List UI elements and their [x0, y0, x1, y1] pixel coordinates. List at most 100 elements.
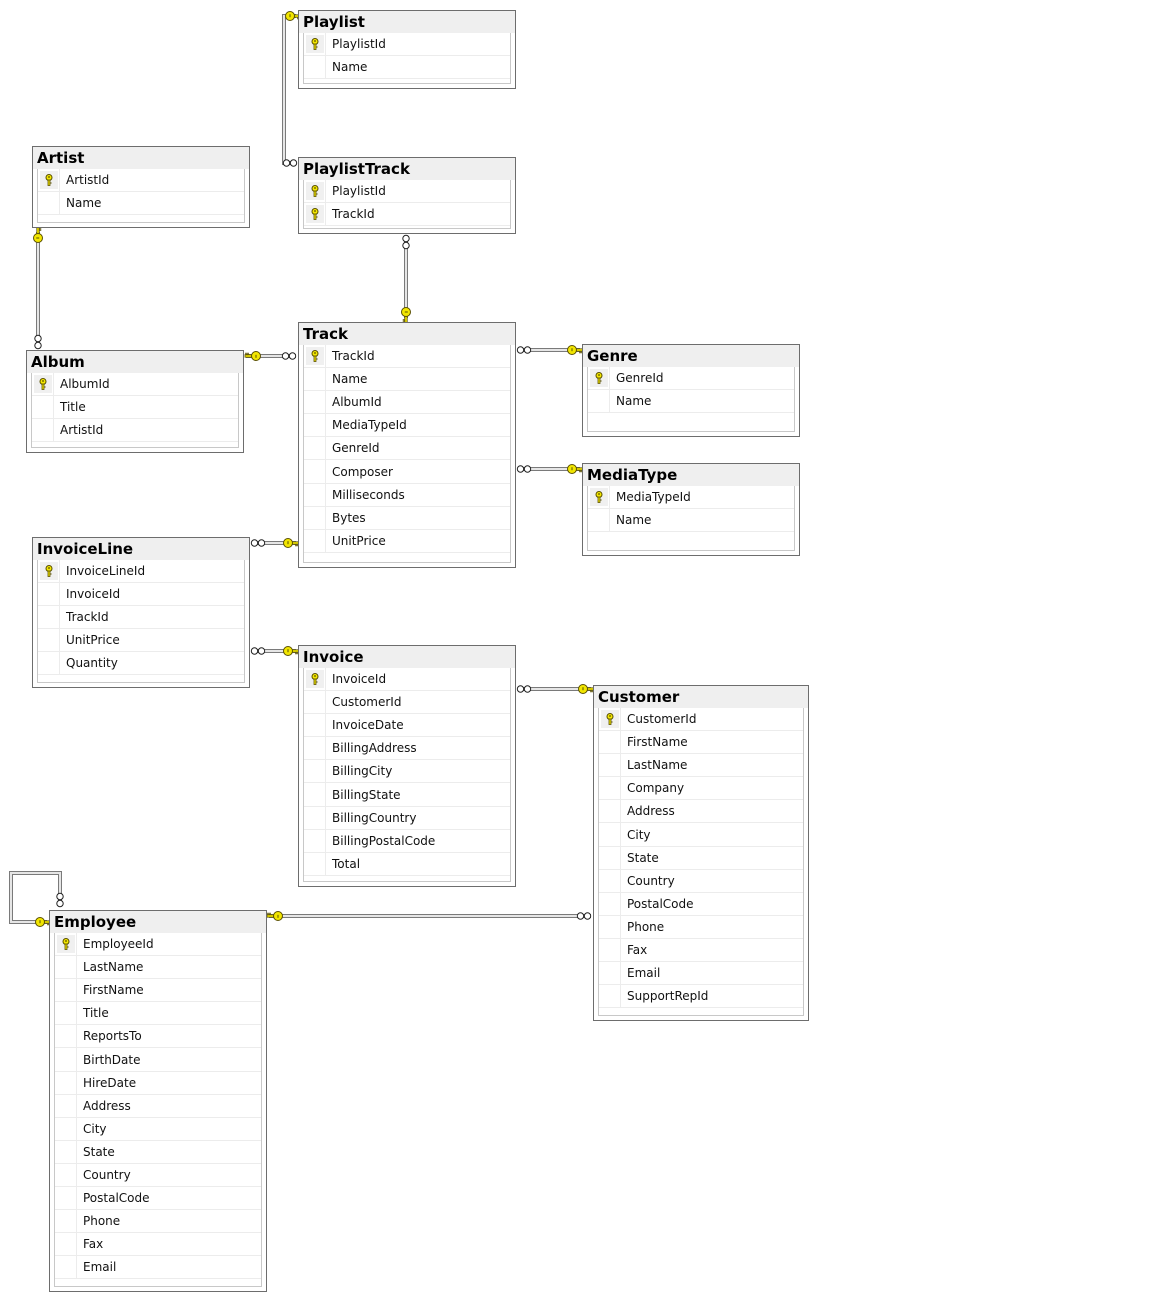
column-row[interactable]: Name: [588, 509, 794, 533]
column-row[interactable]: UnitPrice: [304, 529, 510, 553]
table-title[interactable]: Customer: [594, 686, 808, 708]
column-row[interactable]: Fax: [55, 1233, 261, 1257]
column-name: MediaTypeId: [616, 490, 691, 505]
column-row[interactable]: Quantity: [38, 652, 244, 676]
column-row[interactable]: Bytes: [304, 506, 510, 530]
table-customer[interactable]: Customer CustomerId FirstName LastName Comp…: [593, 685, 809, 1021]
column-row[interactable]: PlaylistId: [304, 33, 510, 57]
column-row[interactable]: BillingAddress: [304, 737, 510, 761]
column-row[interactable]: TrackId: [304, 203, 510, 227]
table-playlist[interactable]: Playlist PlaylistId Name: [298, 10, 516, 89]
column-row[interactable]: BirthDate: [55, 1048, 261, 1072]
column-row[interactable]: Country: [55, 1163, 261, 1188]
column-name: Fax: [627, 942, 648, 957]
column-row[interactable]: InvoiceId: [38, 583, 244, 607]
table-title[interactable]: MediaType: [583, 464, 799, 486]
column-row[interactable]: Name: [38, 192, 244, 216]
column-row[interactable]: Title: [55, 1002, 261, 1026]
table-title[interactable]: Employee: [50, 911, 266, 933]
column-row[interactable]: Composer: [304, 460, 510, 484]
column-gutter: [55, 1094, 77, 1117]
column-name: MediaTypeId: [332, 418, 407, 433]
column-row[interactable]: BillingCity: [304, 760, 510, 784]
column-row[interactable]: MediaTypeId: [588, 486, 794, 510]
column-row[interactable]: State: [55, 1140, 261, 1164]
column-row[interactable]: CustomerId: [599, 708, 803, 732]
column-row[interactable]: PostalCode: [599, 892, 803, 916]
table-invoice[interactable]: Invoice InvoiceId CustomerId InvoiceDate Bi…: [298, 645, 516, 887]
column-row[interactable]: PlaylistId: [304, 180, 510, 204]
table-track[interactable]: Track TrackId Name AlbumId MediaTypeId Genre…: [298, 322, 516, 568]
column-row[interactable]: Name: [304, 56, 510, 80]
column-row[interactable]: BillingState: [304, 783, 510, 807]
column-row[interactable]: City: [55, 1117, 261, 1141]
table-invoiceline[interactable]: InvoiceLine InvoiceLineId InvoiceId TrackI…: [32, 537, 250, 688]
column-row[interactable]: Milliseconds: [304, 483, 510, 507]
table-title[interactable]: Track: [299, 323, 515, 345]
column-row[interactable]: CustomerId: [304, 691, 510, 715]
table-title[interactable]: Album: [27, 351, 243, 373]
column-row[interactable]: Country: [599, 869, 803, 893]
column-row[interactable]: ArtistId: [38, 169, 244, 193]
column-row[interactable]: FirstName: [599, 731, 803, 755]
column-row[interactable]: City: [599, 823, 803, 847]
column-row[interactable]: EmployeeId: [55, 933, 261, 957]
column-row[interactable]: Name: [588, 390, 794, 414]
column-row[interactable]: LastName: [599, 754, 803, 778]
column-row[interactable]: TrackId: [304, 345, 510, 369]
table-title[interactable]: Artist: [33, 147, 249, 169]
table-title[interactable]: Genre: [583, 345, 799, 367]
column-row[interactable]: UnitPrice: [38, 629, 244, 653]
column-name: HireDate: [83, 1075, 137, 1090]
column-row[interactable]: GenreId: [304, 437, 510, 461]
table-employee[interactable]: Employee EmployeeId LastName FirstName Titl…: [49, 910, 267, 1292]
primary-key-icon: [311, 673, 319, 685]
column-row[interactable]: MediaTypeId: [304, 414, 510, 438]
column-row[interactable]: AlbumId: [32, 373, 238, 397]
column-row[interactable]: State: [599, 846, 803, 870]
table-title[interactable]: Playlist: [299, 11, 515, 33]
table-genre[interactable]: Genre GenreId Name: [582, 344, 800, 437]
table-title[interactable]: PlaylistTrack: [299, 158, 515, 180]
column-row[interactable]: Fax: [599, 938, 803, 963]
column-row[interactable]: ArtistId: [32, 419, 238, 443]
column-row[interactable]: Address: [55, 1094, 261, 1118]
column-row[interactable]: Email: [599, 962, 803, 986]
column-row[interactable]: TrackId: [38, 606, 244, 630]
column-row[interactable]: InvoiceDate: [304, 714, 510, 738]
table-title[interactable]: Invoice: [299, 646, 515, 668]
column-row[interactable]: GenreId: [588, 367, 794, 391]
column-row[interactable]: HireDate: [55, 1071, 261, 1095]
column-row[interactable]: Title: [32, 396, 238, 420]
column-row[interactable]: Address: [599, 800, 803, 824]
column-row[interactable]: AlbumId: [304, 391, 510, 415]
table-mediatype[interactable]: MediaType MediaTypeId Name: [582, 463, 800, 556]
table-title[interactable]: InvoiceLine: [33, 538, 249, 560]
primary-key-icon: [606, 713, 614, 725]
column-name: BillingState: [332, 787, 401, 802]
column-name: BillingPostalCode: [332, 833, 436, 848]
column-row[interactable]: InvoiceId: [304, 668, 510, 692]
column-gutter: [55, 1210, 77, 1233]
column-row[interactable]: ReportsTo: [55, 1025, 261, 1049]
relationship-playlist-playlisttrack[interactable]: [282, 14, 296, 165]
column-row[interactable]: LastName: [55, 956, 261, 980]
column-row[interactable]: Total: [304, 852, 510, 876]
column-row[interactable]: BillingPostalCode: [304, 829, 510, 853]
column-row[interactable]: Name: [304, 368, 510, 392]
table-artist[interactable]: Artist ArtistId Name: [32, 146, 250, 228]
column-name: FirstName: [627, 735, 688, 750]
primary-key-icon: [311, 185, 319, 197]
column-row[interactable]: Company: [599, 777, 803, 801]
column-row[interactable]: Email: [55, 1256, 261, 1280]
table-playlisttrack[interactable]: PlaylistTrack PlaylistId TrackId: [298, 157, 516, 234]
column-row[interactable]: BillingCountry: [304, 806, 510, 830]
column-row[interactable]: InvoiceLineId: [38, 560, 244, 584]
column-gutter: [599, 915, 621, 938]
column-row[interactable]: FirstName: [55, 979, 261, 1003]
table-album[interactable]: Album AlbumId Title ArtistId: [26, 350, 244, 453]
column-row[interactable]: SupportRepId: [599, 985, 803, 1009]
column-row[interactable]: Phone: [599, 915, 803, 939]
column-row[interactable]: PostalCode: [55, 1187, 261, 1211]
column-row[interactable]: Phone: [55, 1210, 261, 1234]
